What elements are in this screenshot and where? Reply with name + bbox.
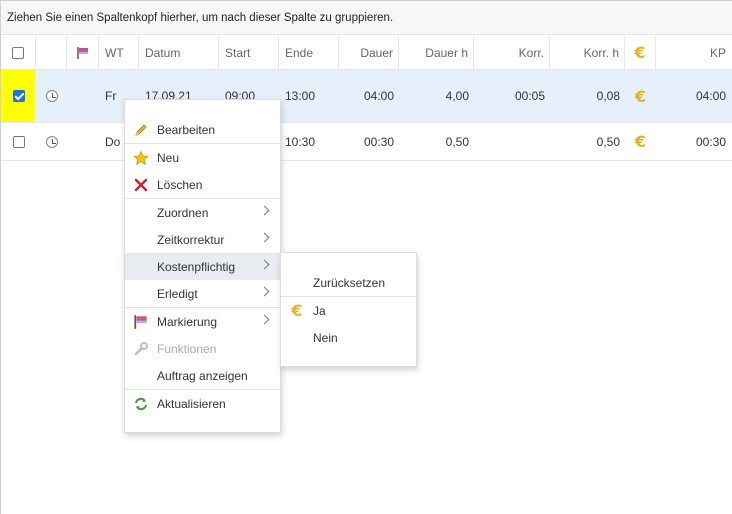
cell-kp: 00:30 <box>695 134 726 149</box>
menu-item-billable[interactable]: Kostenpflichtig <box>125 253 280 280</box>
header-ende-label: Ende <box>285 45 314 60</box>
cell-korr-h: 0,08 <box>596 89 620 103</box>
header-select-all[interactable] <box>1 36 36 69</box>
menu-item-delete-label: Löschen <box>157 177 203 192</box>
billable-cell: € <box>625 123 656 160</box>
header-dauer-h[interactable]: Dauer h <box>399 36 474 69</box>
header-wt[interactable]: WT <box>99 36 139 69</box>
submenu-item-no[interactable]: Nein <box>281 324 416 351</box>
row-checkbox[interactable] <box>12 135 25 148</box>
header-korr-h-label: Korr. h <box>583 45 619 60</box>
header-kp-label: KP <box>709 45 726 60</box>
cell-dauer-h: 0,50 <box>445 134 469 149</box>
billable-cell: € <box>625 70 656 122</box>
cell-dauer: 04:00 <box>363 89 394 103</box>
cell-korr-h: 0,50 <box>596 134 620 149</box>
pencil-icon <box>133 122 149 138</box>
table-row[interactable]: Do 10:30 00:30 0,50 0,50 € 00:30 <box>1 123 732 161</box>
header-datum-label: Datum <box>145 45 181 60</box>
euro-icon: € <box>634 43 646 62</box>
submenu-item-reset-label: Zurücksetzen <box>313 275 386 290</box>
refresh-icon <box>133 396 149 412</box>
menu-item-edit[interactable]: Bearbeiten <box>125 116 280 143</box>
chevron-right-icon <box>259 314 270 325</box>
cell-kp: 04:00 <box>695 89 726 103</box>
header-korr-h[interactable]: Korr. h <box>550 36 625 69</box>
menu-item-done[interactable]: Erledigt <box>125 280 280 307</box>
clock-icon <box>45 135 58 148</box>
menu-item-refresh-label: Aktualisieren <box>157 396 226 411</box>
menu-item-functions: Funktionen <box>125 335 280 362</box>
menu-item-refresh[interactable]: Aktualisieren <box>125 390 280 417</box>
menu-item-new[interactable]: Neu <box>125 144 280 171</box>
submenu-item-no-label: Nein <box>313 330 338 345</box>
context-menu: Bearbeiten Neu Löschen Zuordnen Zeitkorr… <box>124 99 281 433</box>
cell-korr: 00:05 <box>514 89 545 103</box>
menu-item-assign-label: Zuordnen <box>157 205 209 220</box>
group-hint-text: Ziehen Sie einen Spaltenkopf hierher, um… <box>7 12 394 24</box>
menu-item-done-label: Erledigt <box>157 286 198 301</box>
euro-icon: € <box>634 86 647 106</box>
header-status[interactable] <box>36 36 67 69</box>
header-korr[interactable]: Korr. <box>474 36 550 69</box>
menu-item-edit-label: Bearbeiten <box>157 122 216 137</box>
euro-icon: € <box>634 132 647 151</box>
header-kp[interactable]: KP <box>656 36 731 69</box>
euro-icon: € <box>291 301 303 320</box>
header-start-label: Start <box>225 45 251 60</box>
chevron-right-icon <box>259 286 270 297</box>
header-start[interactable]: Start <box>219 36 279 69</box>
header-billable[interactable]: € <box>625 36 656 69</box>
submenu-item-yes-label: Ja <box>313 303 326 318</box>
menu-item-show-order-label: Auftrag anzeigen <box>157 368 248 383</box>
menu-item-billable-label: Kostenpflichtig <box>157 259 236 274</box>
cell-ende: 13:00 <box>285 89 316 103</box>
table-row[interactable]: Fr 17.09.21 09:00 13:00 04:00 4,00 00:05… <box>1 70 732 123</box>
header-dauer-label: Dauer <box>360 45 393 60</box>
delete-x-icon <box>133 177 149 193</box>
menu-item-new-label: Neu <box>157 150 180 165</box>
star-icon <box>133 150 149 166</box>
submenu-item-reset[interactable]: Zurücksetzen <box>281 269 416 296</box>
group-by-panel[interactable]: Ziehen Sie einen Spaltenkopf hierher, um… <box>1 1 732 35</box>
menu-item-marking-label: Markierung <box>157 314 218 329</box>
flag-icon <box>133 314 149 330</box>
cell-ende: 10:30 <box>285 134 316 149</box>
chevron-right-icon <box>259 232 270 243</box>
menu-item-assign[interactable]: Zuordnen <box>125 199 280 226</box>
select-all-checkbox[interactable] <box>12 46 24 59</box>
header-dauer-h-label: Dauer h <box>425 45 468 60</box>
header-dauer[interactable]: Dauer <box>339 36 399 69</box>
submenu-item-yes[interactable]: € Ja <box>281 297 416 324</box>
header-datum[interactable]: Datum <box>139 36 219 69</box>
row-select-cell[interactable] <box>1 123 36 160</box>
menu-item-show-order[interactable]: Auftrag anzeigen <box>125 362 280 389</box>
chevron-right-icon <box>259 259 270 270</box>
chevron-right-icon <box>259 205 270 216</box>
row-checkbox[interactable] <box>12 90 25 102</box>
menu-item-functions-label: Funktionen <box>157 341 217 356</box>
status-cell <box>36 123 67 160</box>
menu-item-time-correction-label: Zeitkorrektur <box>157 232 225 247</box>
status-cell <box>36 70 67 122</box>
billable-submenu: Zurücksetzen € Ja Nein <box>280 252 417 367</box>
grid-header: WT Datum Start Ende Dauer Dauer h Korr. … <box>1 36 732 70</box>
header-wt-label: WT <box>105 45 124 60</box>
menu-item-marking[interactable]: Markierung <box>125 308 280 335</box>
cell-dauer-h: 4,00 <box>445 89 469 103</box>
header-marking[interactable] <box>67 36 99 69</box>
clock-icon <box>45 90 58 102</box>
header-ende[interactable]: Ende <box>279 36 339 69</box>
wrench-icon <box>133 341 149 357</box>
flag-icon <box>76 46 88 59</box>
header-korr-label: Korr. <box>518 45 544 60</box>
menu-item-delete[interactable]: Löschen <box>125 171 280 198</box>
cell-dauer: 00:30 <box>363 134 394 149</box>
row-select-cell[interactable] <box>1 70 36 122</box>
menu-item-time-correction[interactable]: Zeitkorrektur <box>125 226 280 253</box>
